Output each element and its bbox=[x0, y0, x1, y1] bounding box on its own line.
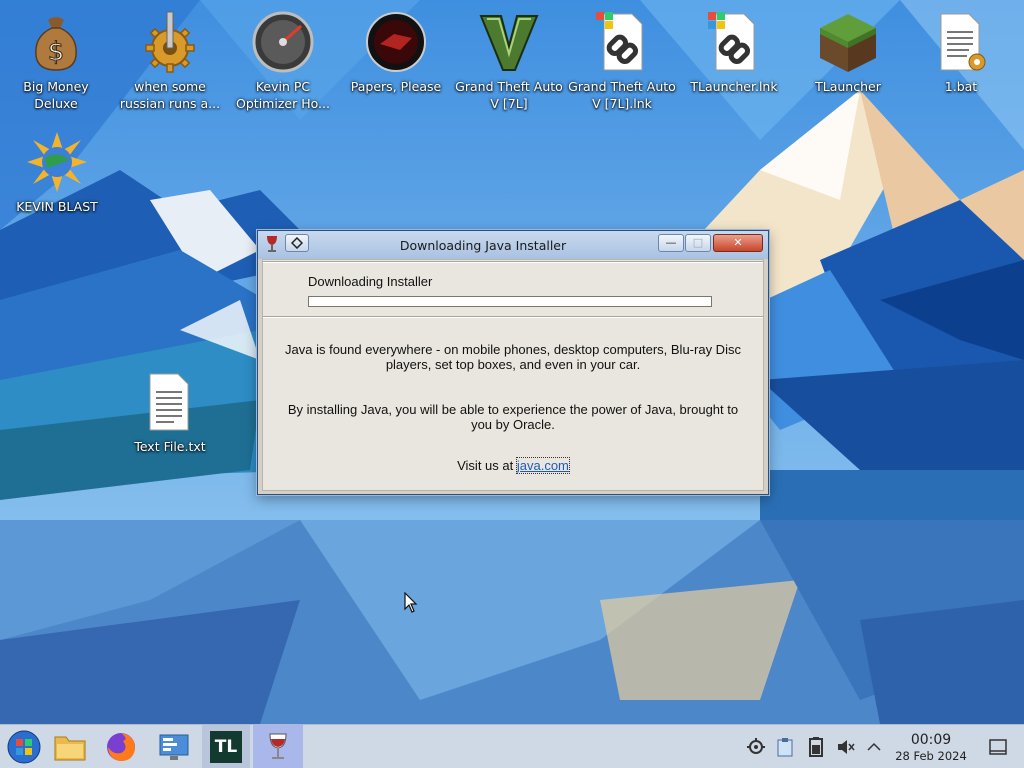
chevron-up-icon bbox=[867, 742, 881, 751]
tray-battery[interactable] bbox=[806, 737, 826, 757]
batch-file-icon bbox=[940, 13, 986, 71]
speaker-muted-icon bbox=[838, 740, 855, 754]
taskbar-wine-installer[interactable] bbox=[253, 725, 303, 768]
download-status-label: Downloading Installer bbox=[308, 274, 433, 289]
minimize-button[interactable]: — bbox=[658, 234, 684, 252]
svg-text:$: $ bbox=[48, 37, 65, 67]
java-description-text: Java is found everywhere - on mobile pho… bbox=[285, 342, 741, 372]
progress-fill bbox=[309, 297, 711, 306]
globe-burst-icon bbox=[27, 132, 87, 192]
gauge-icon bbox=[252, 11, 314, 73]
desktop-icon-label: Big Money Deluxe bbox=[23, 79, 89, 111]
start-button[interactable] bbox=[0, 725, 48, 768]
show-desktop-button[interactable] bbox=[988, 737, 1008, 757]
shortcut-file-icon bbox=[708, 12, 755, 71]
window-title: Downloading Java Installer bbox=[399, 238, 567, 253]
desktop-icon-label: KEVIN BLAST bbox=[16, 199, 98, 214]
desktop-icon-label: 1.bat bbox=[944, 79, 978, 94]
show-desktop-icon bbox=[989, 739, 1007, 755]
maximize-button[interactable]: □ bbox=[685, 234, 711, 252]
separator bbox=[263, 316, 763, 318]
java-com-link[interactable]: java.com bbox=[515, 457, 570, 474]
desktop-icon-label: Text File.txt bbox=[134, 439, 206, 454]
oracle-description-text: By installing Java, you will be able to … bbox=[287, 402, 739, 432]
java-installer-window[interactable]: Downloading Java Installer — □ ✕ Downloa… bbox=[257, 230, 769, 495]
taskbar-file-manager[interactable] bbox=[46, 725, 94, 768]
clock-date[interactable]: 28 Feb 2024 bbox=[888, 749, 974, 763]
clipboard-icon bbox=[777, 738, 793, 757]
window-content: Downloading Installer Java is found ever… bbox=[262, 259, 764, 491]
taskbar: TL 00:09 28 Feb 2024 bbox=[0, 724, 1024, 768]
battery-icon bbox=[809, 737, 823, 757]
mouse-cursor-icon bbox=[404, 592, 418, 613]
close-button[interactable]: ✕ bbox=[713, 234, 763, 252]
control-panel-icon bbox=[159, 734, 189, 760]
desktop-icon-big-money-deluxe[interactable]: $ Big Money Deluxe bbox=[0, 4, 112, 112]
firefox-icon bbox=[107, 733, 135, 761]
network-icon bbox=[747, 738, 765, 754]
wine-glass-icon bbox=[269, 733, 287, 759]
desktop-icon-label: TLauncher.lnk bbox=[690, 79, 778, 94]
tlauncher-icon: TL bbox=[210, 731, 242, 763]
desktop-icon-text-file[interactable]: Text File.txt bbox=[114, 364, 226, 455]
desktop-icon-tlauncher-lnk[interactable]: TLauncher.lnk bbox=[678, 4, 790, 95]
desktop-icon-label: TLauncher bbox=[815, 79, 881, 94]
taskbar-tlauncher[interactable]: TL bbox=[202, 725, 250, 768]
shortcut-file-icon bbox=[596, 12, 643, 71]
desktop-icon-gta-v[interactable]: Grand Theft Auto V [7L] bbox=[453, 4, 565, 112]
clock-time[interactable]: 00:09 bbox=[894, 732, 968, 748]
desktop-icon-papers-please[interactable]: Papers, Please bbox=[340, 4, 452, 95]
desktop-icon-1-bat[interactable]: 1.bat bbox=[905, 4, 1017, 95]
desktop-icon-kevin-blast[interactable]: KEVIN BLAST bbox=[1, 124, 113, 215]
text-file-icon bbox=[149, 373, 189, 431]
tray-network[interactable] bbox=[746, 737, 766, 757]
tray-clipboard[interactable] bbox=[775, 737, 795, 757]
gta-v-icon bbox=[479, 15, 539, 71]
gear-icon bbox=[145, 11, 195, 73]
desktop-icon-tlauncher[interactable]: TLauncher bbox=[792, 4, 904, 95]
separator bbox=[263, 261, 763, 263]
desktop-icon-label: Kevin PC Optimizer Ho... bbox=[236, 79, 330, 111]
tlauncher-label: TL bbox=[214, 737, 238, 757]
tray-expand[interactable] bbox=[864, 737, 884, 757]
desktop-icon-label: Grand Theft Auto V [7L].lnk bbox=[568, 79, 676, 111]
desktop-icon-label: Papers, Please bbox=[350, 79, 442, 94]
desktop-icon-russian[interactable]: when some russian runs a... bbox=[114, 4, 226, 112]
taskbar-firefox[interactable] bbox=[97, 725, 145, 768]
desktop-icon-gta-lnk[interactable]: Grand Theft Auto V [7L].lnk bbox=[566, 4, 678, 112]
taskbar-control-panel[interactable] bbox=[150, 725, 198, 768]
download-progress-bar bbox=[308, 296, 712, 307]
visit-prefix: Visit us at bbox=[457, 458, 514, 473]
desktop-icon-label: when some russian runs a... bbox=[119, 79, 221, 111]
tray-volume[interactable] bbox=[836, 737, 856, 757]
file-manager-icon bbox=[54, 736, 86, 761]
window-titlebar[interactable]: Downloading Java Installer — □ ✕ bbox=[258, 231, 768, 259]
visit-line: Visit us at java.com bbox=[283, 457, 743, 474]
papers-please-icon bbox=[366, 12, 426, 72]
start-orb-icon bbox=[7, 730, 41, 764]
desktop-icon-label: Grand Theft Auto V [7L] bbox=[455, 79, 563, 111]
desktop-icon-kevin-pc-optimizer[interactable]: Kevin PC Optimizer Ho... bbox=[227, 4, 339, 112]
grass-block-icon bbox=[820, 14, 876, 72]
money-bag-icon: $ bbox=[35, 17, 77, 71]
